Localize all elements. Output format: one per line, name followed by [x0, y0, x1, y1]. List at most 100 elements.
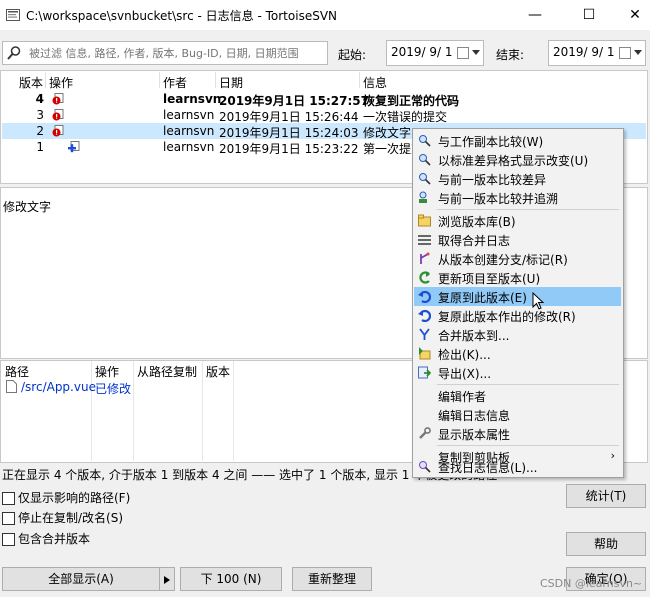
log-message-text: 修改文字 [3, 200, 52, 214]
menu-item-compare-wc[interactable]: 与工作副本比较(W) [414, 131, 621, 150]
diff-icon [419, 154, 431, 166]
menu-item-show-properties[interactable]: 显示版本属性 [414, 424, 621, 443]
blame-icon [419, 191, 427, 203]
tortoisesvn-app-icon [6, 9, 20, 21]
column-header-path-action[interactable]: 操作 [95, 363, 119, 380]
menu-item-blame-previous[interactable]: 与前一版本比较并追溯 [414, 188, 621, 207]
author-cell: learnsvn [163, 124, 215, 138]
menu-item-revert-changes[interactable]: 复原此版本作出的修改(R) [414, 306, 621, 325]
menu-item-edit-author[interactable]: 编辑作者 [414, 386, 621, 405]
find-icon [419, 461, 431, 473]
modified-action-icon [52, 109, 64, 121]
menu-item-label: 以标准差异格式显示改变(U) [438, 154, 589, 168]
search-icon[interactable] [6, 45, 22, 61]
menu-item-merge-log[interactable]: 取得合并日志 [414, 230, 621, 249]
minimize-button[interactable]: — [512, 0, 558, 30]
menu-separator [437, 445, 619, 446]
path-row[interactable]: /src/App.vue [3, 379, 96, 395]
mouse-cursor-icon [532, 292, 544, 310]
menu-item-label: 检出(K)... [438, 348, 491, 362]
menu-item-find-log[interactable]: 查找日志信息(L)... [414, 457, 621, 476]
menu-separator [437, 209, 619, 210]
include-merged-checkbox[interactable]: 包含合并版本 [2, 530, 90, 547]
compare-previous-icon [419, 173, 431, 185]
menu-item-label: 与工作副本比较(W) [438, 135, 544, 149]
checkout-icon [419, 347, 431, 360]
menu-item-export[interactable]: 导出(X)... [414, 363, 621, 382]
revision-number: 3 [36, 108, 44, 122]
to-date-picker[interactable]: 2019/ 9/ 1 [548, 40, 646, 66]
revision-row[interactable]: 4 learnsvn 2019年9月1日 15:27:57 恢复到正常的代码 [2, 91, 646, 108]
filter-search-box[interactable] [2, 41, 328, 65]
menu-item-label: 复原到此版本(E) [438, 291, 527, 305]
column-header-copy-from[interactable]: 从路径复制 [137, 363, 197, 380]
maximize-button[interactable]: ☐ [566, 0, 612, 30]
menu-item-repo-browser[interactable]: 浏览版本库(B) [414, 211, 621, 230]
to-date-label: 结束: [496, 48, 525, 62]
menu-item-checkout[interactable]: 检出(K)... [414, 344, 621, 363]
column-header-path-revision[interactable]: 版本 [206, 363, 230, 380]
modified-action-icon [52, 93, 64, 105]
checkbox-box[interactable] [2, 492, 15, 505]
export-icon [418, 366, 431, 379]
watermark-text: CSDN @learnsvn~ [540, 577, 643, 590]
calendar-icon[interactable] [619, 47, 631, 59]
window-title: C:\workspace\svnbucket\src - 日志信息 - Tort… [26, 9, 338, 23]
show-all-dropdown-button[interactable] [159, 567, 175, 591]
stop-on-copy-checkbox[interactable]: 停止在复制/改名(S) [2, 509, 123, 526]
menu-item-label: 复原此版本作出的修改(R) [438, 310, 576, 324]
dropdown-arrow-icon[interactable] [164, 575, 170, 584]
path-cell: /src/App.vue [21, 380, 96, 394]
compare-icon [419, 135, 431, 147]
menu-item-update-to-revision[interactable]: 更新项目至版本(U) [414, 268, 621, 287]
statistics-button[interactable]: 统计(T) [566, 484, 646, 508]
wrench-icon [419, 427, 431, 439]
close-button[interactable]: ✕ [612, 0, 650, 30]
checkbox-box[interactable] [2, 533, 15, 546]
affected-paths-checkbox[interactable]: 仅显示影响的路径(F) [2, 489, 130, 506]
merge-icon [419, 328, 430, 340]
menu-item-merge-revision[interactable]: 合并版本到... [414, 325, 621, 344]
menu-item-revert-to-revision[interactable]: 复原到此版本(E) [414, 287, 621, 306]
title-bar: C:\workspace\svnbucket\src - 日志信息 - Tort… [0, 0, 650, 30]
menu-item-label: 从版本创建分支/标记(R) [438, 253, 568, 267]
show-all-button[interactable]: 全部显示(A) [2, 567, 160, 591]
revision-number: 2 [36, 124, 44, 138]
from-date-picker[interactable]: 2019/ 9/ 1 [386, 40, 484, 66]
revert-changes-icon [418, 309, 431, 322]
revision-row[interactable]: 3 learnsvn 2019年9月1日 15:26:44 一次错误的提交 [2, 107, 646, 124]
column-header-path[interactable]: 路径 [5, 363, 29, 380]
menu-item-label: 与前一版本比较差异 [438, 173, 547, 187]
stop-on-copy-label: 停止在复制/改名(S) [18, 511, 124, 525]
menu-item-unified-diff[interactable]: 以标准差异格式显示改变(U) [414, 150, 621, 169]
menu-item-label: 显示版本属性 [438, 428, 511, 442]
column-header-date[interactable]: 日期 [219, 74, 243, 91]
calendar-icon[interactable] [457, 47, 469, 59]
column-header-message[interactable]: 信息 [363, 74, 387, 91]
filter-input[interactable] [27, 44, 326, 62]
from-date-label: 起始: [338, 48, 367, 62]
author-cell: learnsvn [163, 92, 222, 106]
modified-action-icon [52, 125, 64, 137]
menu-separator [437, 384, 619, 385]
menu-item-label: 取得合并日志 [438, 234, 511, 248]
help-button[interactable]: 帮助 [566, 532, 646, 556]
update-icon [419, 271, 430, 284]
column-header-revision[interactable]: 版本 [19, 74, 43, 91]
next-100-button[interactable]: 下 100 (N) [180, 567, 282, 591]
revert-icon [418, 290, 431, 303]
column-header-action[interactable]: 操作 [49, 74, 73, 91]
menu-item-create-branch[interactable]: 从版本创建分支/标记(R) [414, 249, 621, 268]
column-header-author[interactable]: 作者 [163, 74, 187, 91]
affected-paths-label: 仅显示影响的路径(F) [18, 491, 131, 505]
branch-icon [420, 252, 430, 264]
menu-item-label: 更新项目至版本(U) [438, 272, 541, 286]
refresh-button[interactable]: 重新整理 [292, 567, 372, 591]
date-cell: 2019年9月1日 15:23:22 [219, 142, 359, 156]
menu-item-edit-log-message[interactable]: 编辑日志信息 [414, 405, 621, 424]
dropdown-arrow-icon[interactable] [472, 50, 480, 55]
checkbox-box[interactable] [2, 512, 15, 525]
menu-item-compare-previous[interactable]: 与前一版本比较差异 [414, 169, 621, 188]
dropdown-arrow-icon[interactable] [634, 50, 642, 55]
context-menu: 与工作副本比较(W) 以标准差异格式显示改变(U) 与前一版本比较差异 与前一版… [412, 128, 624, 478]
